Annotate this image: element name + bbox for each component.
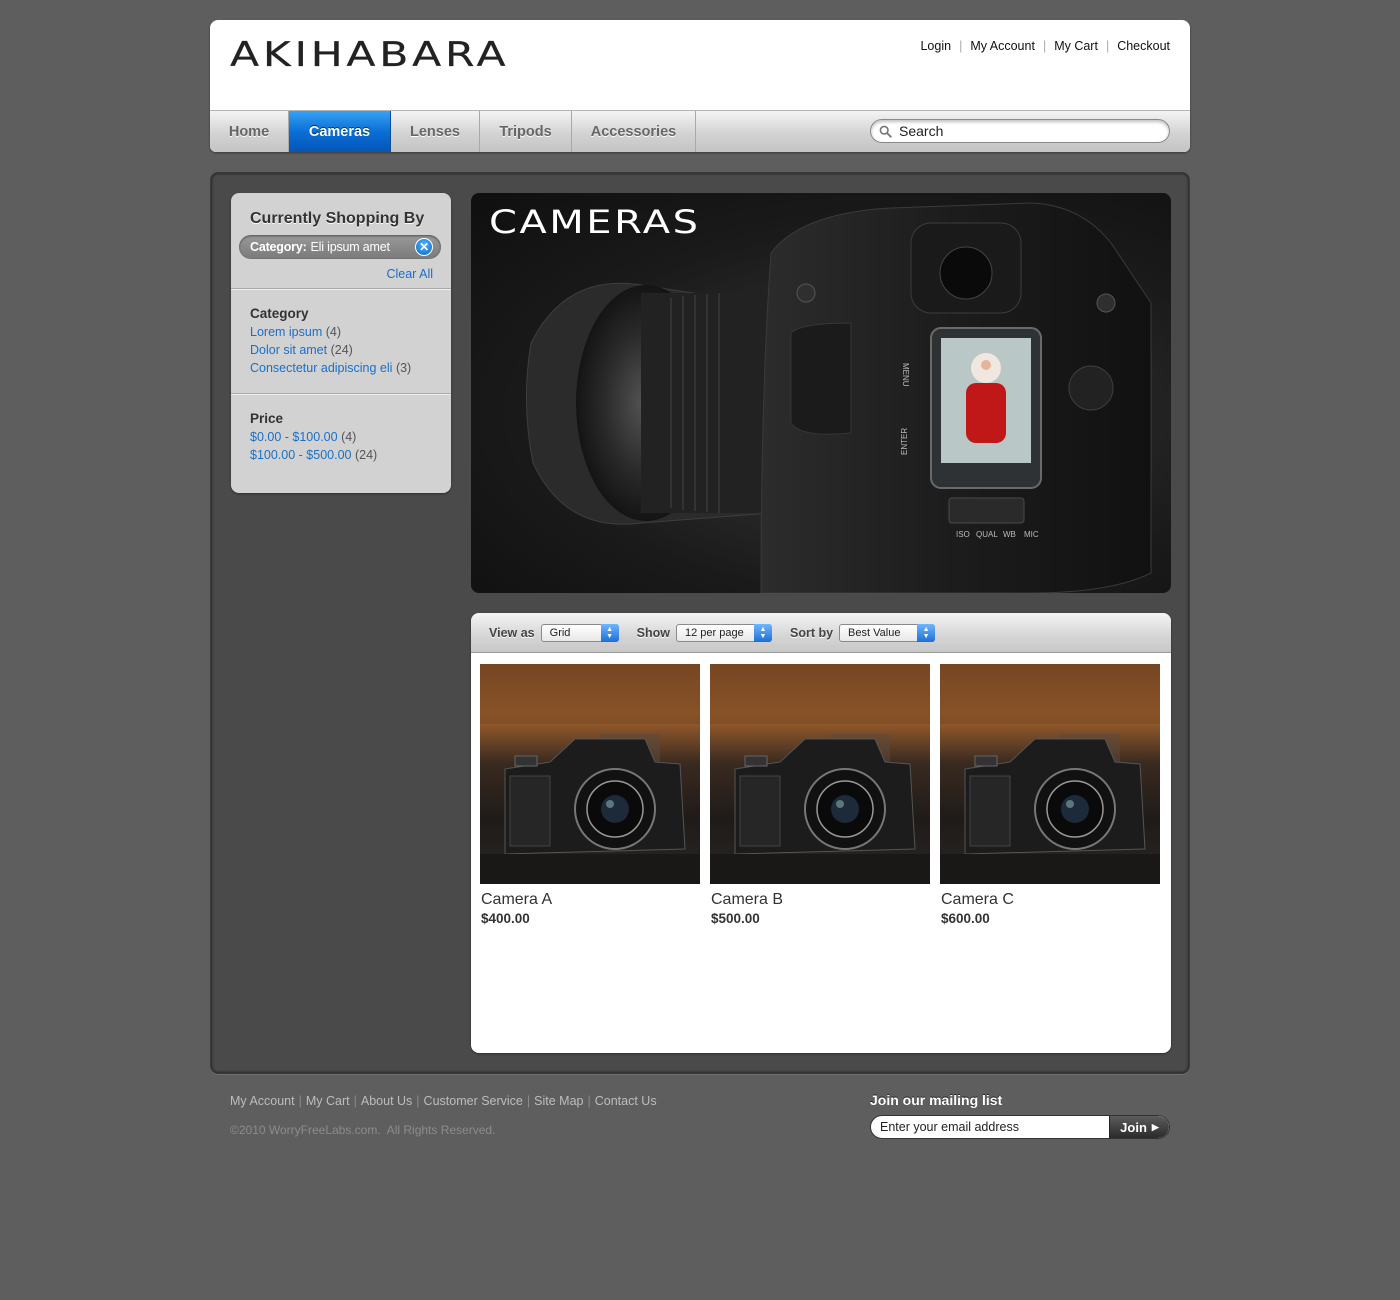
product-price: $400.00: [481, 911, 530, 926]
footer-my-account-link[interactable]: My Account: [230, 1094, 295, 1108]
footer-about-us-link[interactable]: About Us: [361, 1094, 412, 1108]
search-box: [870, 119, 1170, 143]
site-logo[interactable]: AKIHABARA: [230, 35, 509, 75]
nav-cameras[interactable]: Cameras: [289, 111, 391, 152]
search-icon[interactable]: [871, 125, 899, 138]
product-image[interactable]: [710, 664, 930, 884]
checkout-link[interactable]: Checkout: [1117, 39, 1170, 53]
join-button[interactable]: Join ▶: [1109, 1116, 1169, 1138]
category-heading: Category: [250, 306, 309, 321]
svg-text:QUAL: QUAL: [976, 530, 998, 539]
footer-my-cart-link[interactable]: My Cart: [306, 1094, 350, 1108]
show-label: Show: [636, 625, 670, 640]
separator: |: [526, 1094, 531, 1108]
banner-title: CAMERAS: [489, 203, 701, 241]
mailing-list-form: Join▶: [870, 1115, 1170, 1139]
filter-key: Category:: [250, 240, 307, 254]
camera-banner-image: MENU ENTER ISO QUAL WB MIC: [525, 202, 1152, 593]
category-banner: MENU ENTER ISO QUAL WB MIC CAMERAS: [471, 193, 1171, 593]
copyright: ©2010 WorryFreeLabs.com. All Rights Rese…: [230, 1123, 496, 1137]
category-link[interactable]: Lorem ipsum (4): [250, 325, 341, 339]
site-header: AKIHABARA Login | My Account | My Cart |…: [210, 20, 1190, 152]
category-link[interactable]: Consectetur adipiscing eli (3): [250, 361, 411, 375]
product-image[interactable]: [480, 664, 700, 884]
listing-toolbar: View as Grid ▲ ▼ Show 12 per page ▲ ▼ Sort…: [471, 613, 1171, 653]
nav-home[interactable]: Home: [210, 111, 289, 152]
footer-customer-service-link[interactable]: Customer Service: [424, 1094, 523, 1108]
email-input[interactable]: [880, 1120, 1105, 1134]
product-listing: View as Grid ▲ ▼ Show 12 per page ▲ ▼ Sort…: [471, 613, 1171, 1053]
divider: [231, 288, 451, 290]
svg-text:ENTER: ENTER: [900, 428, 909, 455]
product-price: $600.00: [941, 911, 990, 926]
view-as-label: View as: [489, 625, 535, 640]
footer-contact-us-link[interactable]: Contact Us: [595, 1094, 657, 1108]
separator: |: [416, 1094, 420, 1108]
separator: |: [587, 1094, 591, 1108]
main-panel: Currently Shopping By Category: Eli ipsu…: [210, 172, 1190, 1074]
filter-value: Eli ipsum amet: [310, 240, 390, 254]
top-links: Login | My Account | My Cart | Checkout: [920, 39, 1170, 53]
select-arrows-icon: ▲ ▼: [917, 623, 936, 642]
nav-accessories[interactable]: Accessories: [572, 111, 696, 152]
my-account-link[interactable]: My Account: [970, 39, 1035, 53]
separator: |: [1042, 39, 1047, 53]
svg-text:MENU: MENU: [901, 363, 910, 387]
nav-tripods[interactable]: Tripods: [480, 111, 572, 152]
product-card[interactable]: Camera B $500.00: [710, 664, 930, 926]
divider: [231, 393, 451, 395]
clear-all-link[interactable]: Clear All: [386, 267, 433, 281]
nav-lenses[interactable]: Lenses: [391, 111, 480, 152]
product-card[interactable]: Camera C $600.00: [940, 664, 1160, 926]
sort-by-label: Sort by: [789, 625, 834, 640]
separator: |: [1105, 39, 1110, 53]
play-arrow-icon: ▶: [1151, 1121, 1159, 1132]
main-nav: Home Cameras Lenses Tripods Accessories: [210, 110, 1190, 152]
product-name[interactable]: Camera A: [481, 891, 700, 909]
separator: |: [959, 39, 963, 53]
select-arrows-icon: ▲ ▼: [753, 623, 772, 642]
footer-site-map-link[interactable]: Site Map: [534, 1094, 583, 1108]
mailing-list-title: Join our mailing list: [870, 1092, 1003, 1108]
product-price: $500.00: [711, 911, 760, 926]
product-name[interactable]: Camera C: [941, 891, 1160, 909]
price-link[interactable]: $0.00 - $100.00 (4): [250, 430, 356, 444]
active-filter-pill: Category: Eli ipsum amet ✕: [239, 235, 441, 259]
search-input[interactable]: [899, 123, 1149, 139]
my-cart-link[interactable]: My Cart: [1054, 39, 1098, 53]
product-card[interactable]: Camera A $400.00: [480, 664, 700, 926]
price-heading: Price: [250, 411, 284, 426]
svg-text:ISO: ISO: [956, 530, 970, 539]
login-link[interactable]: Login: [920, 39, 951, 53]
remove-filter-icon[interactable]: ✕: [415, 238, 433, 256]
product-grid: Camera A $400.00 Camera B $500.00 Camera…: [480, 664, 1160, 926]
separator: |: [353, 1094, 357, 1108]
footer-links: My Account | My Cart | About Us | Custom…: [230, 1094, 657, 1108]
filter-sidebar: Currently Shopping By Category: Eli ipsu…: [231, 193, 451, 493]
separator: |: [298, 1094, 302, 1108]
per-page-select[interactable]: 12 per page ▲ ▼: [675, 623, 772, 642]
product-name[interactable]: Camera B: [711, 891, 930, 909]
svg-text:WB: WB: [1003, 530, 1016, 539]
view-as-select[interactable]: Grid ▲ ▼: [540, 623, 619, 642]
sort-by-select[interactable]: Best Value ▲ ▼: [839, 623, 936, 642]
product-image[interactable]: [940, 664, 1160, 884]
svg-text:MIC: MIC: [1024, 530, 1039, 539]
shopping-by-title: Currently Shopping By: [250, 210, 425, 227]
select-arrows-icon: ▲ ▼: [600, 623, 619, 642]
category-link[interactable]: Dolor sit amet (24): [250, 343, 353, 357]
price-link[interactable]: $100.00 - $500.00 (24): [250, 448, 377, 462]
